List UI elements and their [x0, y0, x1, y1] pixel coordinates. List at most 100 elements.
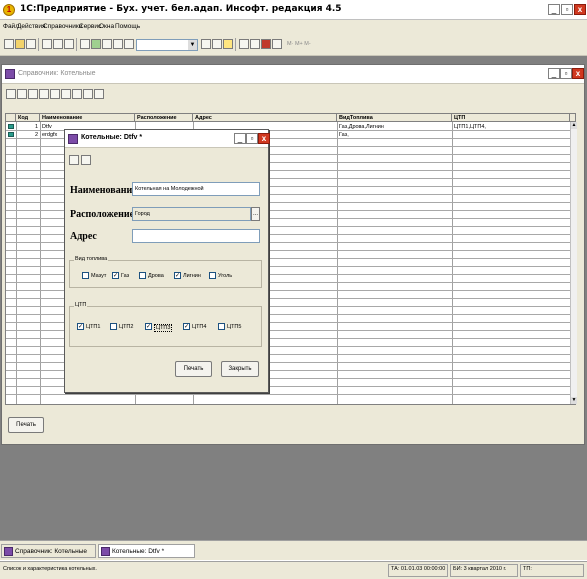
fuel-coal-checkbox[interactable]: [209, 272, 216, 279]
name-field[interactable]: Котельная на Молодежной: [132, 182, 260, 196]
dialog-maximize-button[interactable]: ▫: [246, 133, 258, 144]
maximize-button[interactable]: ▫: [561, 4, 573, 15]
print-icon[interactable]: [80, 39, 90, 49]
status-ta: ТА: 01.01.03 00:00:00: [391, 566, 446, 572]
fuel-gas-checkbox[interactable]: ✓: [112, 272, 119, 279]
add-icon[interactable]: [6, 89, 16, 99]
dialog-tab-icon: [101, 547, 110, 556]
column-location-header[interactable]: Расположение: [135, 114, 193, 122]
book-icon[interactable]: [261, 39, 271, 49]
fuel-mazut-checkbox[interactable]: [82, 272, 89, 279]
menu-bar: Файл Действия Справочники Сервис Окна По…: [0, 20, 587, 34]
fuel-lignin-label: Лигнин: [183, 273, 201, 279]
search-combo[interactable]: ▼: [136, 39, 198, 51]
add-group-icon[interactable]: [17, 89, 27, 99]
app-logo-icon: 1: [3, 4, 15, 16]
dialog-print-button[interactable]: Печать: [175, 361, 212, 377]
dialog-open-icon[interactable]: [69, 155, 79, 165]
edit-icon[interactable]: [39, 89, 49, 99]
paste-icon[interactable]: [64, 39, 74, 49]
fuel-gas-label: Газ: [121, 273, 130, 279]
directory-tab-icon: [4, 547, 13, 556]
column-ctp-header[interactable]: ЦТП: [452, 114, 570, 122]
column-name-header[interactable]: Наименование: [40, 114, 135, 122]
calendar-icon[interactable]: [250, 39, 260, 49]
undo-icon[interactable]: [102, 39, 112, 49]
chevron-down-icon[interactable]: ▼: [188, 40, 197, 50]
fuel-lignin-checkbox[interactable]: ✓: [174, 272, 181, 279]
status-bi: БИ: 3 квартал 2010 г.: [453, 566, 507, 572]
minimize-button[interactable]: _: [548, 4, 560, 15]
move-icon[interactable]: [61, 89, 71, 99]
window-tabs-bar: Справочник: Котельные Котельные: Dtfv *: [0, 540, 587, 560]
ctp5-label: ЦТП5: [227, 324, 242, 330]
menu-actions[interactable]: Действия: [17, 23, 45, 30]
preview-icon[interactable]: [91, 39, 101, 49]
location-field[interactable]: Город: [132, 207, 251, 221]
ctp1-label: ЦТП1: [86, 324, 101, 330]
open-icon[interactable]: [15, 39, 25, 49]
ctp3-checkbox[interactable]: ✓: [145, 323, 152, 330]
ctp5-checkbox[interactable]: [218, 323, 225, 330]
status-ttp: ТП:: [523, 566, 532, 572]
copy-icon[interactable]: [53, 39, 63, 49]
close-button[interactable]: x: [574, 4, 586, 15]
column-address-header[interactable]: Адрес: [193, 114, 337, 122]
cell-fuel: Газ,Дрова,Лигнин: [339, 124, 384, 130]
directory-maximize-button[interactable]: ▫: [560, 68, 572, 79]
column-icon-header: [6, 114, 16, 122]
save-icon[interactable]: [26, 39, 36, 49]
memory-buttons[interactable]: М· М+ М-: [287, 41, 311, 47]
ctp3-label: ЦТП3: [154, 324, 173, 332]
dialog-minimize-button[interactable]: _: [234, 133, 246, 144]
table-header: Код Наименование Расположение Адрес ВидТ…: [6, 114, 575, 122]
filter-icon[interactable]: [72, 89, 82, 99]
directory-minimize-button[interactable]: _: [548, 68, 560, 79]
new-icon[interactable]: [4, 39, 14, 49]
search-next-icon[interactable]: [212, 39, 222, 49]
dialog-close-button[interactable]: x: [258, 133, 270, 144]
tab-directory-window[interactable]: Справочник: Котельные: [1, 544, 96, 558]
find-icon[interactable]: [124, 39, 134, 49]
toolbar-separator: [38, 38, 39, 51]
menu-references[interactable]: Справочники: [43, 23, 82, 30]
fuel-coal-label: Уголь: [218, 273, 233, 279]
ctp1-checkbox[interactable]: ✓: [77, 323, 84, 330]
fuel-group-label: Вид топлива: [74, 256, 109, 262]
notes-icon[interactable]: [272, 39, 282, 49]
calculator-icon[interactable]: [239, 39, 249, 49]
fuel-mazut-label: Мазут: [91, 273, 107, 279]
delete-icon[interactable]: [50, 89, 60, 99]
scroll-up-icon[interactable]: ▲: [571, 122, 577, 129]
fuel-wood-checkbox[interactable]: [139, 272, 146, 279]
cut-icon[interactable]: [42, 39, 52, 49]
ctp4-checkbox[interactable]: ✓: [183, 323, 190, 330]
directory-close-button[interactable]: x: [572, 68, 584, 79]
tree-icon[interactable]: [94, 89, 104, 99]
column-code-header[interactable]: Код: [16, 114, 40, 122]
dialog-tree-icon[interactable]: [81, 155, 91, 165]
menu-help[interactable]: Помощь: [115, 23, 140, 30]
search-prev-icon[interactable]: [201, 39, 211, 49]
help-icon[interactable]: [223, 39, 233, 49]
menu-service[interactable]: Сервис: [79, 23, 101, 30]
name-label: Наименование: [70, 185, 137, 196]
column-fuel-header[interactable]: ВидТоплива: [337, 114, 452, 122]
table-scrollbar[interactable]: ▲ ▼: [570, 122, 577, 404]
scroll-down-icon[interactable]: ▼: [571, 397, 577, 404]
sort-icon[interactable]: [83, 89, 93, 99]
redo-icon[interactable]: [113, 39, 123, 49]
location-select-button[interactable]: ...: [251, 207, 260, 221]
ctp2-checkbox[interactable]: [110, 323, 117, 330]
app-title: 1С:Предприятие - Бух. учет. бел.адап. Ин…: [20, 4, 342, 14]
menu-windows[interactable]: Окна: [99, 23, 114, 30]
copy-row-icon[interactable]: [28, 89, 38, 99]
address-field[interactable]: [132, 229, 260, 243]
status-message: Список и характеристика котельных.: [3, 566, 97, 572]
tab-dialog-window[interactable]: Котельные: Dtfv *: [98, 544, 195, 558]
tab-label: Котельные: Dtfv *: [112, 548, 165, 555]
dialog-close-form-button[interactable]: Закрыть: [221, 361, 259, 377]
directory-print-button[interactable]: Печать: [8, 417, 44, 433]
dialog-title: Котельные: Dtfv *: [81, 134, 143, 141]
main-toolbar: ▼ М· М+ М-: [0, 34, 587, 56]
